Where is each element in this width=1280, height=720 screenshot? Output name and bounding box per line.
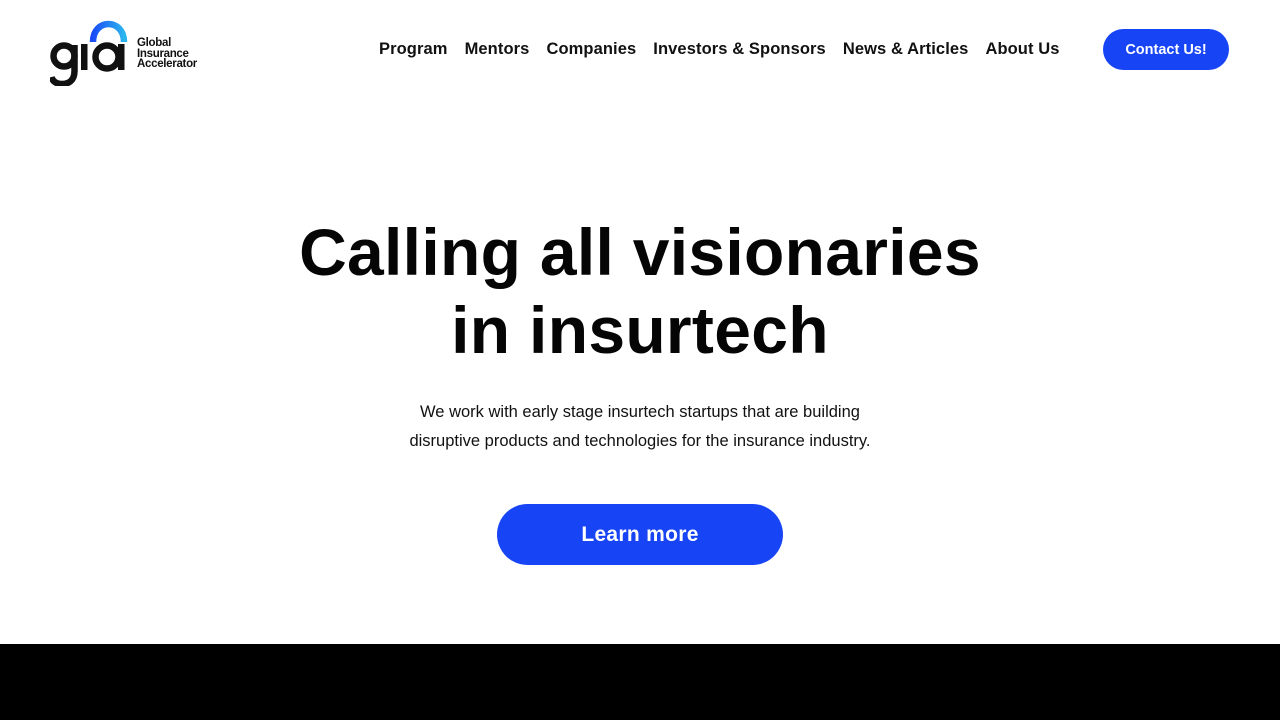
nav-item-companies[interactable]: Companies — [546, 40, 636, 59]
hero-subtitle: We work with early stage insurtech start… — [340, 398, 940, 456]
hero-subtitle-line-2: disruptive products and technologies for… — [409, 432, 871, 450]
hero-section: Calling all visionaries in insurtech We … — [0, 100, 1280, 644]
hero-title-line-1: Calling all visionaries — [299, 215, 981, 289]
nav-item-mentors[interactable]: Mentors — [465, 40, 530, 59]
logo-wordmark: Global Insurance Accelerator — [137, 38, 197, 70]
nav-item-about-us[interactable]: About Us — [985, 40, 1059, 59]
site-header: Global Insurance Accelerator Program Men… — [0, 0, 1280, 100]
contact-us-button[interactable]: Contact Us! — [1103, 29, 1229, 70]
gia-logo[interactable]: Global Insurance Accelerator — [50, 12, 212, 86]
hero-title: Calling all visionaries in insurtech — [240, 213, 1040, 369]
learn-more-button[interactable]: Learn more — [497, 504, 783, 565]
nav-item-program[interactable]: Program — [379, 40, 448, 59]
hero-title-line-2: in insurtech — [451, 293, 829, 367]
hero-subtitle-line-1: We work with early stage insurtech start… — [420, 403, 860, 421]
footer-band — [0, 644, 1280, 720]
logo-line-accelerator: Accelerator — [137, 58, 197, 70]
logo-line-global: Global — [137, 37, 171, 49]
gia-logo-mark — [50, 20, 128, 86]
main-nav: Program Mentors Companies Investors & Sp… — [379, 38, 1077, 60]
nav-item-news-articles[interactable]: News & Articles — [843, 40, 969, 59]
nav-item-investors-sponsors[interactable]: Investors & Sponsors — [653, 40, 826, 59]
